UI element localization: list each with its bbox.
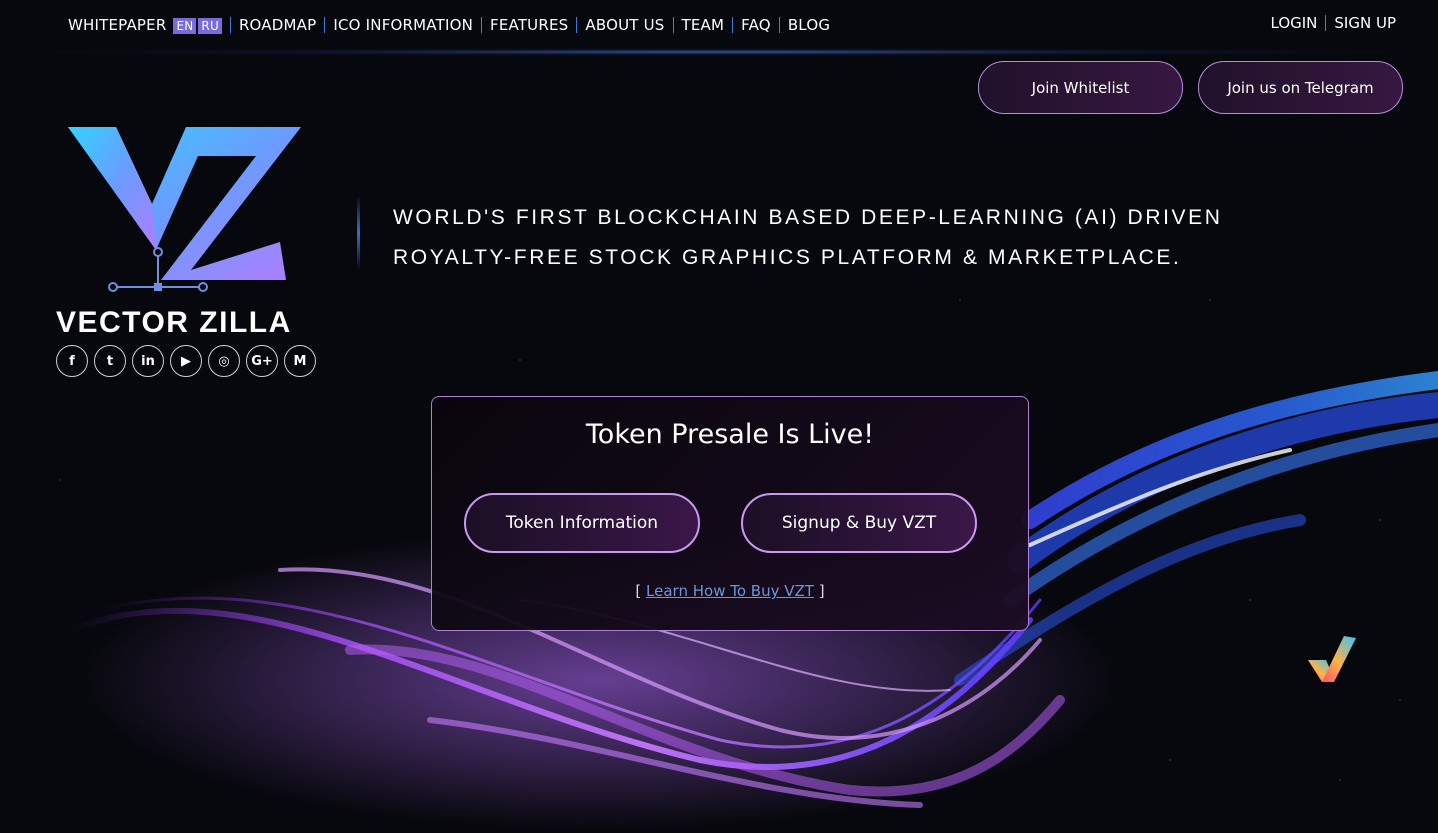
lang-en-badge[interactable]: EN	[173, 18, 197, 34]
bracket-close: ]	[818, 582, 825, 600]
youtube-icon[interactable]: ▶	[170, 345, 202, 377]
main-navigation: WHITEPAPER EN RU ROADMAP ICO INFORMATION …	[60, 14, 838, 36]
tagline-line-2: ROYALTY-FREE STOCK GRAPHICS PLATFORM & M…	[393, 246, 1182, 269]
nav-team[interactable]: TEAM	[674, 16, 733, 34]
signup-buy-vzt-button[interactable]: Signup & Buy VZT	[741, 493, 977, 553]
presale-title: Token Presale Is Live!	[585, 419, 875, 450]
hero-tagline: WORLD'S FIRST BLOCKCHAIN BASED DEEP-LEAR…	[393, 198, 1223, 278]
tagline-accent-bar	[357, 196, 360, 270]
learn-how-to-buy: [ Learn How To Buy VZT ]	[432, 582, 1028, 600]
nav-blog[interactable]: BLOG	[780, 16, 838, 34]
twitter-icon[interactable]: t	[94, 345, 126, 377]
auth-navigation: LOGIN SIGN UP	[1263, 14, 1405, 32]
nav-about-us[interactable]: ABOUT US	[577, 16, 672, 34]
bracket-open: [	[635, 582, 642, 600]
google-plus-icon[interactable]: G+	[246, 345, 278, 377]
learn-how-to-buy-link[interactable]: Learn How To Buy VZT	[646, 582, 814, 600]
nav-faq[interactable]: FAQ	[733, 16, 779, 34]
login-link[interactable]: LOGIN	[1263, 14, 1326, 32]
nav-whitepaper[interactable]: WHITEPAPER EN RU	[60, 16, 230, 34]
medium-icon[interactable]: M	[284, 345, 316, 377]
brand-name: VECTOR ZILLA	[56, 306, 292, 339]
join-telegram-button[interactable]: Join us on Telegram	[1198, 61, 1403, 114]
vector-zilla-logo[interactable]	[56, 122, 316, 302]
tagline-line-1: WORLD'S FIRST BLOCKCHAIN BASED DEEP-LEAR…	[393, 206, 1223, 229]
lang-ru-badge[interactable]: RU	[198, 18, 222, 34]
linkedin-icon[interactable]: in	[132, 345, 164, 377]
token-information-button[interactable]: Token Information	[464, 493, 700, 553]
social-links: f t in ▶ ◎ G+ M	[56, 345, 316, 377]
chat-widget-icon[interactable]	[1304, 632, 1358, 686]
nav-whitepaper-label[interactable]: WHITEPAPER	[68, 16, 166, 34]
presale-panel: Token Presale Is Live! Token Information…	[431, 396, 1029, 631]
instagram-icon[interactable]: ◎	[208, 345, 240, 377]
header-glow-line	[0, 48, 1438, 56]
nav-roadmap[interactable]: ROADMAP	[231, 16, 324, 34]
signup-link[interactable]: SIGN UP	[1326, 14, 1404, 32]
nav-ico-information[interactable]: ICO INFORMATION	[325, 16, 481, 34]
facebook-icon[interactable]: f	[56, 345, 88, 377]
nav-features[interactable]: FEATURES	[482, 16, 576, 34]
join-whitelist-button[interactable]: Join Whitelist	[978, 61, 1183, 114]
